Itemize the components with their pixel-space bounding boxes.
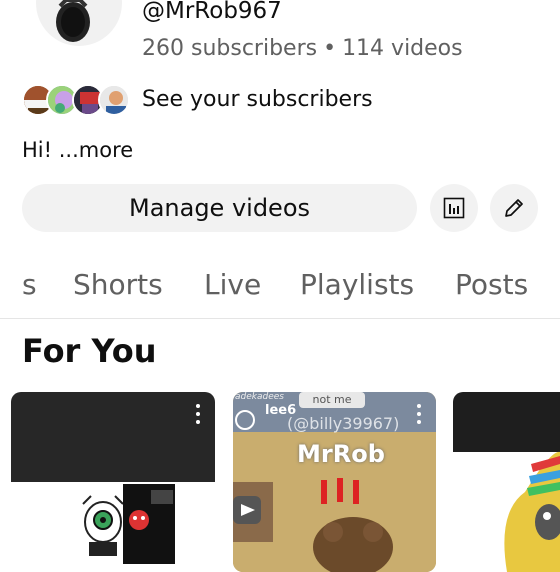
- manage-videos-label: Manage videos: [128, 194, 311, 222]
- tab-live[interactable]: Live: [204, 268, 261, 301]
- video-thumbnail: [453, 392, 560, 572]
- channel-bio[interactable]: Hi! ...more: [22, 138, 133, 162]
- tab-partial[interactable]: s: [22, 268, 37, 301]
- pencil-icon: [505, 199, 523, 217]
- video-card[interactable]: adekadees not me lee6 (@billy39967) MrRo…: [233, 392, 436, 572]
- subscriber-count: 260 subscribers: [142, 36, 318, 61]
- channel-stats: 260 subscribers • 114 videos: [142, 36, 463, 61]
- bio-text: Hi!: [22, 138, 53, 162]
- analytics-button[interactable]: [430, 184, 478, 232]
- subscriber-avatars[interactable]: [22, 84, 130, 116]
- tabs-divider: [0, 318, 560, 319]
- overlay-title: MrRob: [297, 440, 385, 468]
- analytics-icon: [443, 197, 465, 219]
- subscriber-avatar: [98, 84, 130, 116]
- video-card[interactable]: [11, 392, 215, 572]
- more-link[interactable]: ...more: [59, 138, 133, 162]
- channel-tabs: s Shorts Live Playlists Posts: [0, 262, 560, 314]
- for-you-title: For You: [22, 332, 157, 370]
- overlay-reply-label: not me: [299, 392, 365, 408]
- more-options-icon[interactable]: [195, 404, 201, 424]
- tab-posts[interactable]: Posts: [455, 268, 528, 301]
- video-count: 114 videos: [342, 36, 463, 61]
- video-card[interactable]: [453, 392, 560, 572]
- overlay-corner-text: adekadees: [235, 392, 284, 402]
- channel-avatar[interactable]: [36, 0, 122, 46]
- tab-playlists[interactable]: Playlists: [300, 268, 414, 301]
- overlay-handle: (@billy39967): [287, 414, 400, 433]
- tab-shorts[interactable]: Shorts: [73, 268, 163, 301]
- more-options-icon[interactable]: [416, 404, 422, 424]
- video-thumbnail: [11, 392, 215, 572]
- stats-separator: •: [323, 36, 337, 61]
- channel-handle: @MrRob967: [142, 0, 282, 24]
- see-subscribers-link[interactable]: See your subscribers: [142, 87, 373, 112]
- manage-videos-button[interactable]: Manage videos: [22, 184, 417, 232]
- edit-channel-button[interactable]: [490, 184, 538, 232]
